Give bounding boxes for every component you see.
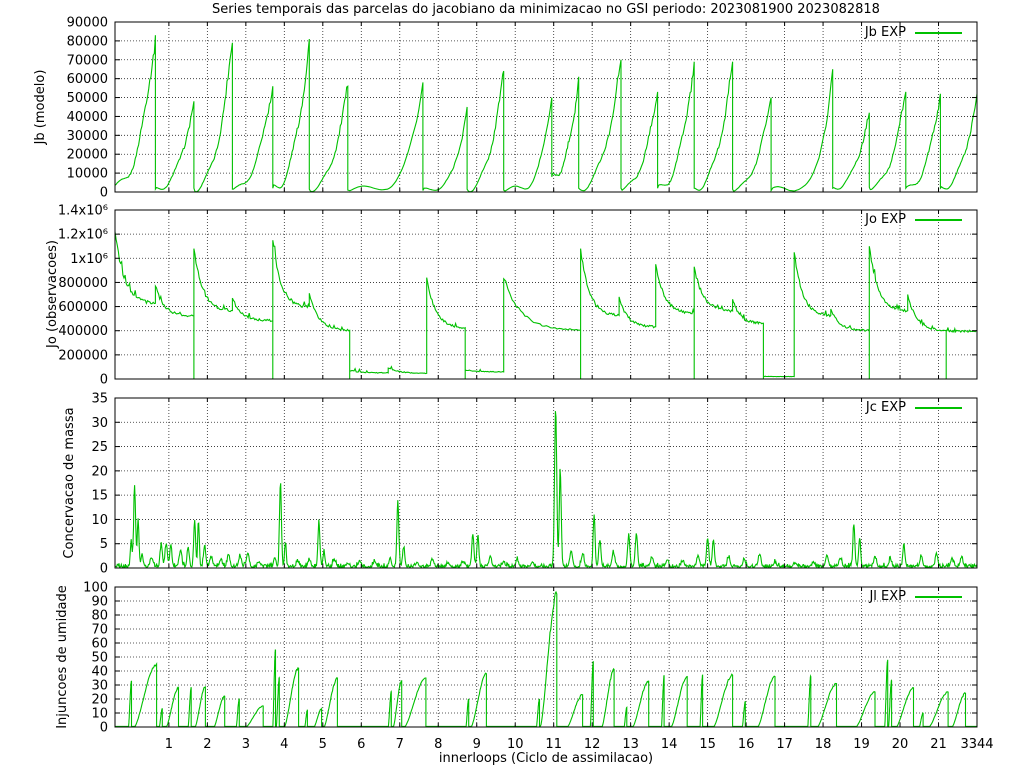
svg-text:60: 60 [91,637,108,652]
svg-text:10: 10 [507,737,524,752]
svg-text:6: 6 [357,737,365,752]
legend-jc: Jc EXP [866,400,962,415]
svg-text:100: 100 [83,581,108,596]
svg-text:1x10⁶: 1x10⁶ [70,252,108,267]
svg-text:9: 9 [473,737,481,752]
svg-text:10000: 10000 [67,167,108,182]
svg-text:800000: 800000 [58,276,108,291]
x-axis-label: innerloops (Ciclo de assimilacao) [438,751,654,766]
svg-text:0: 0 [100,186,108,201]
legend-line-sample [915,31,962,34]
svg-text:30: 30 [91,416,108,431]
svg-text:12: 12 [584,737,601,752]
svg-text:18: 18 [815,737,832,752]
svg-text:70000: 70000 [67,53,108,68]
svg-text:1.2x10⁶: 1.2x10⁶ [58,228,108,243]
svg-text:40: 40 [91,665,108,680]
svg-text:60000: 60000 [67,72,108,87]
svg-text:0: 0 [100,373,108,388]
svg-text:17: 17 [776,737,793,752]
svg-text:14: 14 [661,737,678,752]
chart-title: Series temporais das parcelas do jacobia… [212,2,880,17]
legend-label-jo: Jo EXP [865,212,906,227]
svg-text:50: 50 [91,651,108,666]
svg-text:7: 7 [396,737,404,752]
legend-jl: Jl EXP [869,589,962,604]
svg-text:20: 20 [892,737,909,752]
svg-text:21: 21 [930,737,947,752]
svg-text:4: 4 [280,737,288,752]
svg-text:11: 11 [545,737,562,752]
y-axis-label-jo: Jo (observacoes) [45,240,60,348]
svg-text:15: 15 [699,737,716,752]
svg-text:5: 5 [100,537,108,552]
svg-text:35: 35 [91,392,108,407]
chart-figure: 0 10000 20000 30000 40000 50000 60000 70000 8000… [0,0,1024,768]
svg-text:16: 16 [738,737,755,752]
svg-text:70: 70 [91,623,108,638]
svg-text:90: 90 [91,595,108,610]
legend-line-sample [915,218,962,221]
svg-text:20: 20 [91,693,108,708]
legend-line-sample [915,595,962,598]
svg-text:10: 10 [91,513,108,528]
svg-text:25: 25 [91,440,108,455]
legend-jo: Jo EXP [865,212,962,227]
legend-line-sample [915,406,962,409]
svg-text:3: 3 [242,737,250,752]
legend-jb: Jb EXP [865,25,962,40]
svg-text:80000: 80000 [67,34,108,49]
svg-text:40000: 40000 [67,110,108,125]
svg-text:10: 10 [91,707,108,722]
svg-text:5: 5 [319,737,327,752]
svg-text:0: 0 [100,721,108,736]
y-axis-label-jl: Injuncoes de umidade [55,585,70,729]
svg-text:20000: 20000 [67,148,108,163]
legend-label-jl: Jl EXP [869,589,906,604]
svg-text:15: 15 [91,489,108,504]
svg-text:600000: 600000 [58,300,108,315]
svg-text:50000: 50000 [67,91,108,106]
svg-text:20: 20 [91,464,108,479]
svg-text:0: 0 [100,562,108,577]
legend-label-jb: Jb EXP [864,25,906,40]
svg-text:1: 1 [165,737,173,752]
svg-text:2: 2 [203,737,211,752]
legend-label-jc: Jc EXP [865,400,906,415]
svg-text:80: 80 [91,609,108,624]
svg-text:30000: 30000 [67,129,108,144]
svg-text:1.4x10⁶: 1.4x10⁶ [58,204,108,219]
svg-text:13: 13 [622,737,639,752]
plot-canvas: 0100002000030000400005000060000700008000… [58,16,994,753]
svg-text:30: 30 [91,679,108,694]
svg-text:8: 8 [434,737,442,752]
svg-text:19: 19 [853,737,870,752]
svg-text:3344: 3344 [960,737,993,752]
svg-text:90000: 90000 [67,16,108,31]
